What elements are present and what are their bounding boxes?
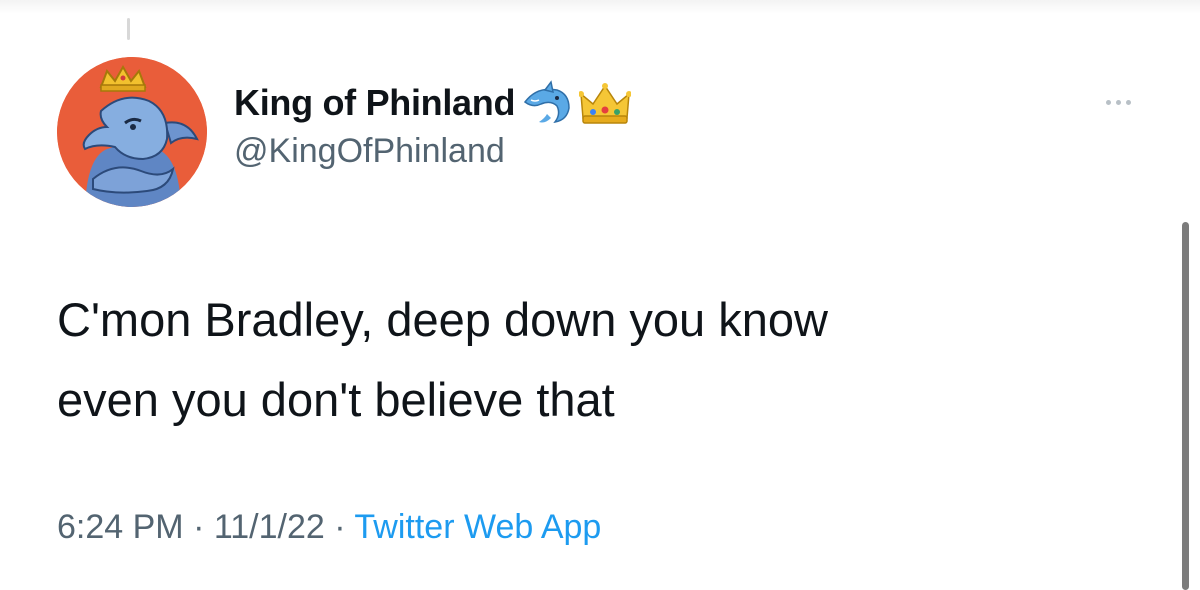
- dolphin-king-avatar-icon: [57, 57, 207, 207]
- top-divider-tick: [127, 18, 130, 40]
- crown-icon: [578, 80, 633, 126]
- meta-separator: ·: [334, 508, 346, 546]
- more-options-button[interactable]: [1094, 94, 1142, 110]
- tweet-text-line: C'mon Bradley, deep down you know: [57, 293, 828, 346]
- meta-separator: ·: [193, 508, 205, 546]
- tweet-date[interactable]: 11/1/22: [214, 508, 325, 546]
- tweet-source-link[interactable]: Twitter Web App: [354, 508, 601, 546]
- top-edge: [0, 0, 1200, 14]
- tweet-screenshot: King of Phinland @KingOfPhinland C'mon B…: [0, 0, 1200, 590]
- author-name-row[interactable]: King of Phinland: [234, 78, 633, 128]
- tweet-text: C'mon Bradley, deep down you know even y…: [57, 280, 1137, 440]
- scrollbar[interactable]: [1182, 222, 1189, 590]
- tweet-text-line: even you don't believe that: [57, 373, 615, 426]
- tweet-time[interactable]: 6:24 PM: [57, 508, 184, 546]
- tweet-metadata: 6:24 PM · 11/1/22 · Twitter Web App: [57, 508, 601, 547]
- author-handle[interactable]: @KingOfPhinland: [234, 132, 505, 171]
- author-display-name[interactable]: King of Phinland: [234, 82, 515, 124]
- dolphin-icon: [521, 80, 573, 126]
- avatar[interactable]: [57, 57, 207, 207]
- more-horizontal-icon: [1125, 99, 1131, 105]
- more-horizontal-icon: [1105, 99, 1111, 105]
- more-horizontal-icon: [1115, 99, 1121, 105]
